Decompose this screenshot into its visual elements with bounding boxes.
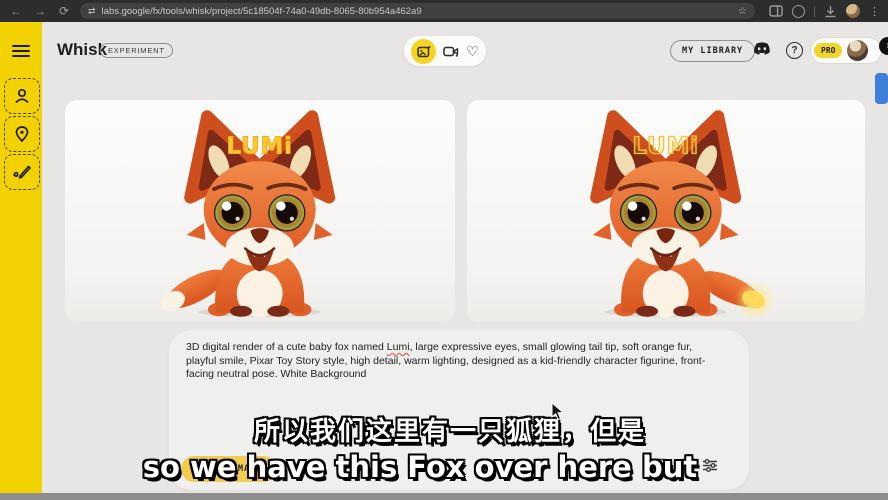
browser-actions: ⋮ [769,4,880,18]
subtitle-english: so we have this Fox over here but [143,450,697,484]
url-text: labs.google/fx/tools/whisk/project/5c185… [102,6,422,17]
address-bar[interactable]: ⇄ labs.google/fx/tools/whisk/project/5c1… [80,3,755,19]
side-rail [0,22,42,493]
subtitle-chinese: 所以我们这里有一只狐狸，但是 [254,411,646,448]
scribble-pencil-icon [12,163,32,181]
generated-image-2[interactable]: LUMi [467,100,865,322]
tune-sliders-icon [702,458,718,473]
help-button[interactable]: ? [786,42,803,59]
pro-badge: PRO [814,43,842,58]
video-mode-button[interactable] [443,45,459,58]
fox-image-solid-lumi: LUMi [124,106,395,318]
site-info-icon[interactable]: ⇄ [88,6,96,17]
experiment-badge: EXPERIMENT [100,43,173,58]
mouse-cursor [551,402,565,422]
person-icon [13,87,31,105]
toolbar-divider [814,6,815,17]
location-pin-icon [13,125,31,143]
fox-name-lettering: LUMi [633,133,699,159]
sidebar-item-style[interactable] [4,154,40,190]
reload-icon[interactable]: ⟳ [56,0,72,22]
extension-icon[interactable] [792,5,805,18]
prompt-name-word: Lumi [387,341,410,353]
side-panel-icon[interactable] [769,5,783,17]
menu-hamburger-icon[interactable] [12,45,30,57]
account-pill[interactable]: PRO [810,37,882,64]
whisk-app-screen: ← → ⟳ ⇄ labs.google/fx/tools/whisk/proje… [0,0,888,500]
favorites-button[interactable]: ♡ [466,44,479,58]
generated-image-1[interactable]: LUMi [65,100,455,322]
forward-icon[interactable]: → [32,0,48,22]
browser-profile-avatar[interactable] [846,4,860,18]
video-camera-icon [443,45,459,58]
my-library-button[interactable]: MY LIBRARY [670,40,755,62]
sidebar-item-location[interactable] [4,116,40,152]
bookmark-star-icon[interactable]: ☆ [738,6,747,17]
image-mode-button[interactable] [411,39,436,64]
user-avatar[interactable] [847,40,868,61]
mode-switcher: ♡ [404,36,486,66]
browser-menu-icon[interactable]: ⋮ [869,5,880,18]
prompt-text-before: 3D digital render of a cute baby fox nam… [186,341,387,353]
browser-toolbar: ← → ⟳ ⇄ labs.google/fx/tools/whisk/proje… [0,0,888,22]
image-icon [417,45,431,58]
discord-button[interactable] [752,42,772,62]
back-icon[interactable]: ← [8,0,24,22]
letterbox-strip [0,493,888,500]
scrollbar-thumb[interactable] [875,73,888,104]
discord-icon [752,42,772,57]
settings-button[interactable] [702,458,718,478]
fox-image-outline-lumi: LUMi [530,106,801,318]
prompt-textarea[interactable]: 3D digital render of a cute baby fox nam… [186,341,715,382]
fox-name-lettering: LUMi [227,133,293,159]
download-icon[interactable] [824,5,837,18]
sidebar-item-character[interactable] [4,78,40,114]
